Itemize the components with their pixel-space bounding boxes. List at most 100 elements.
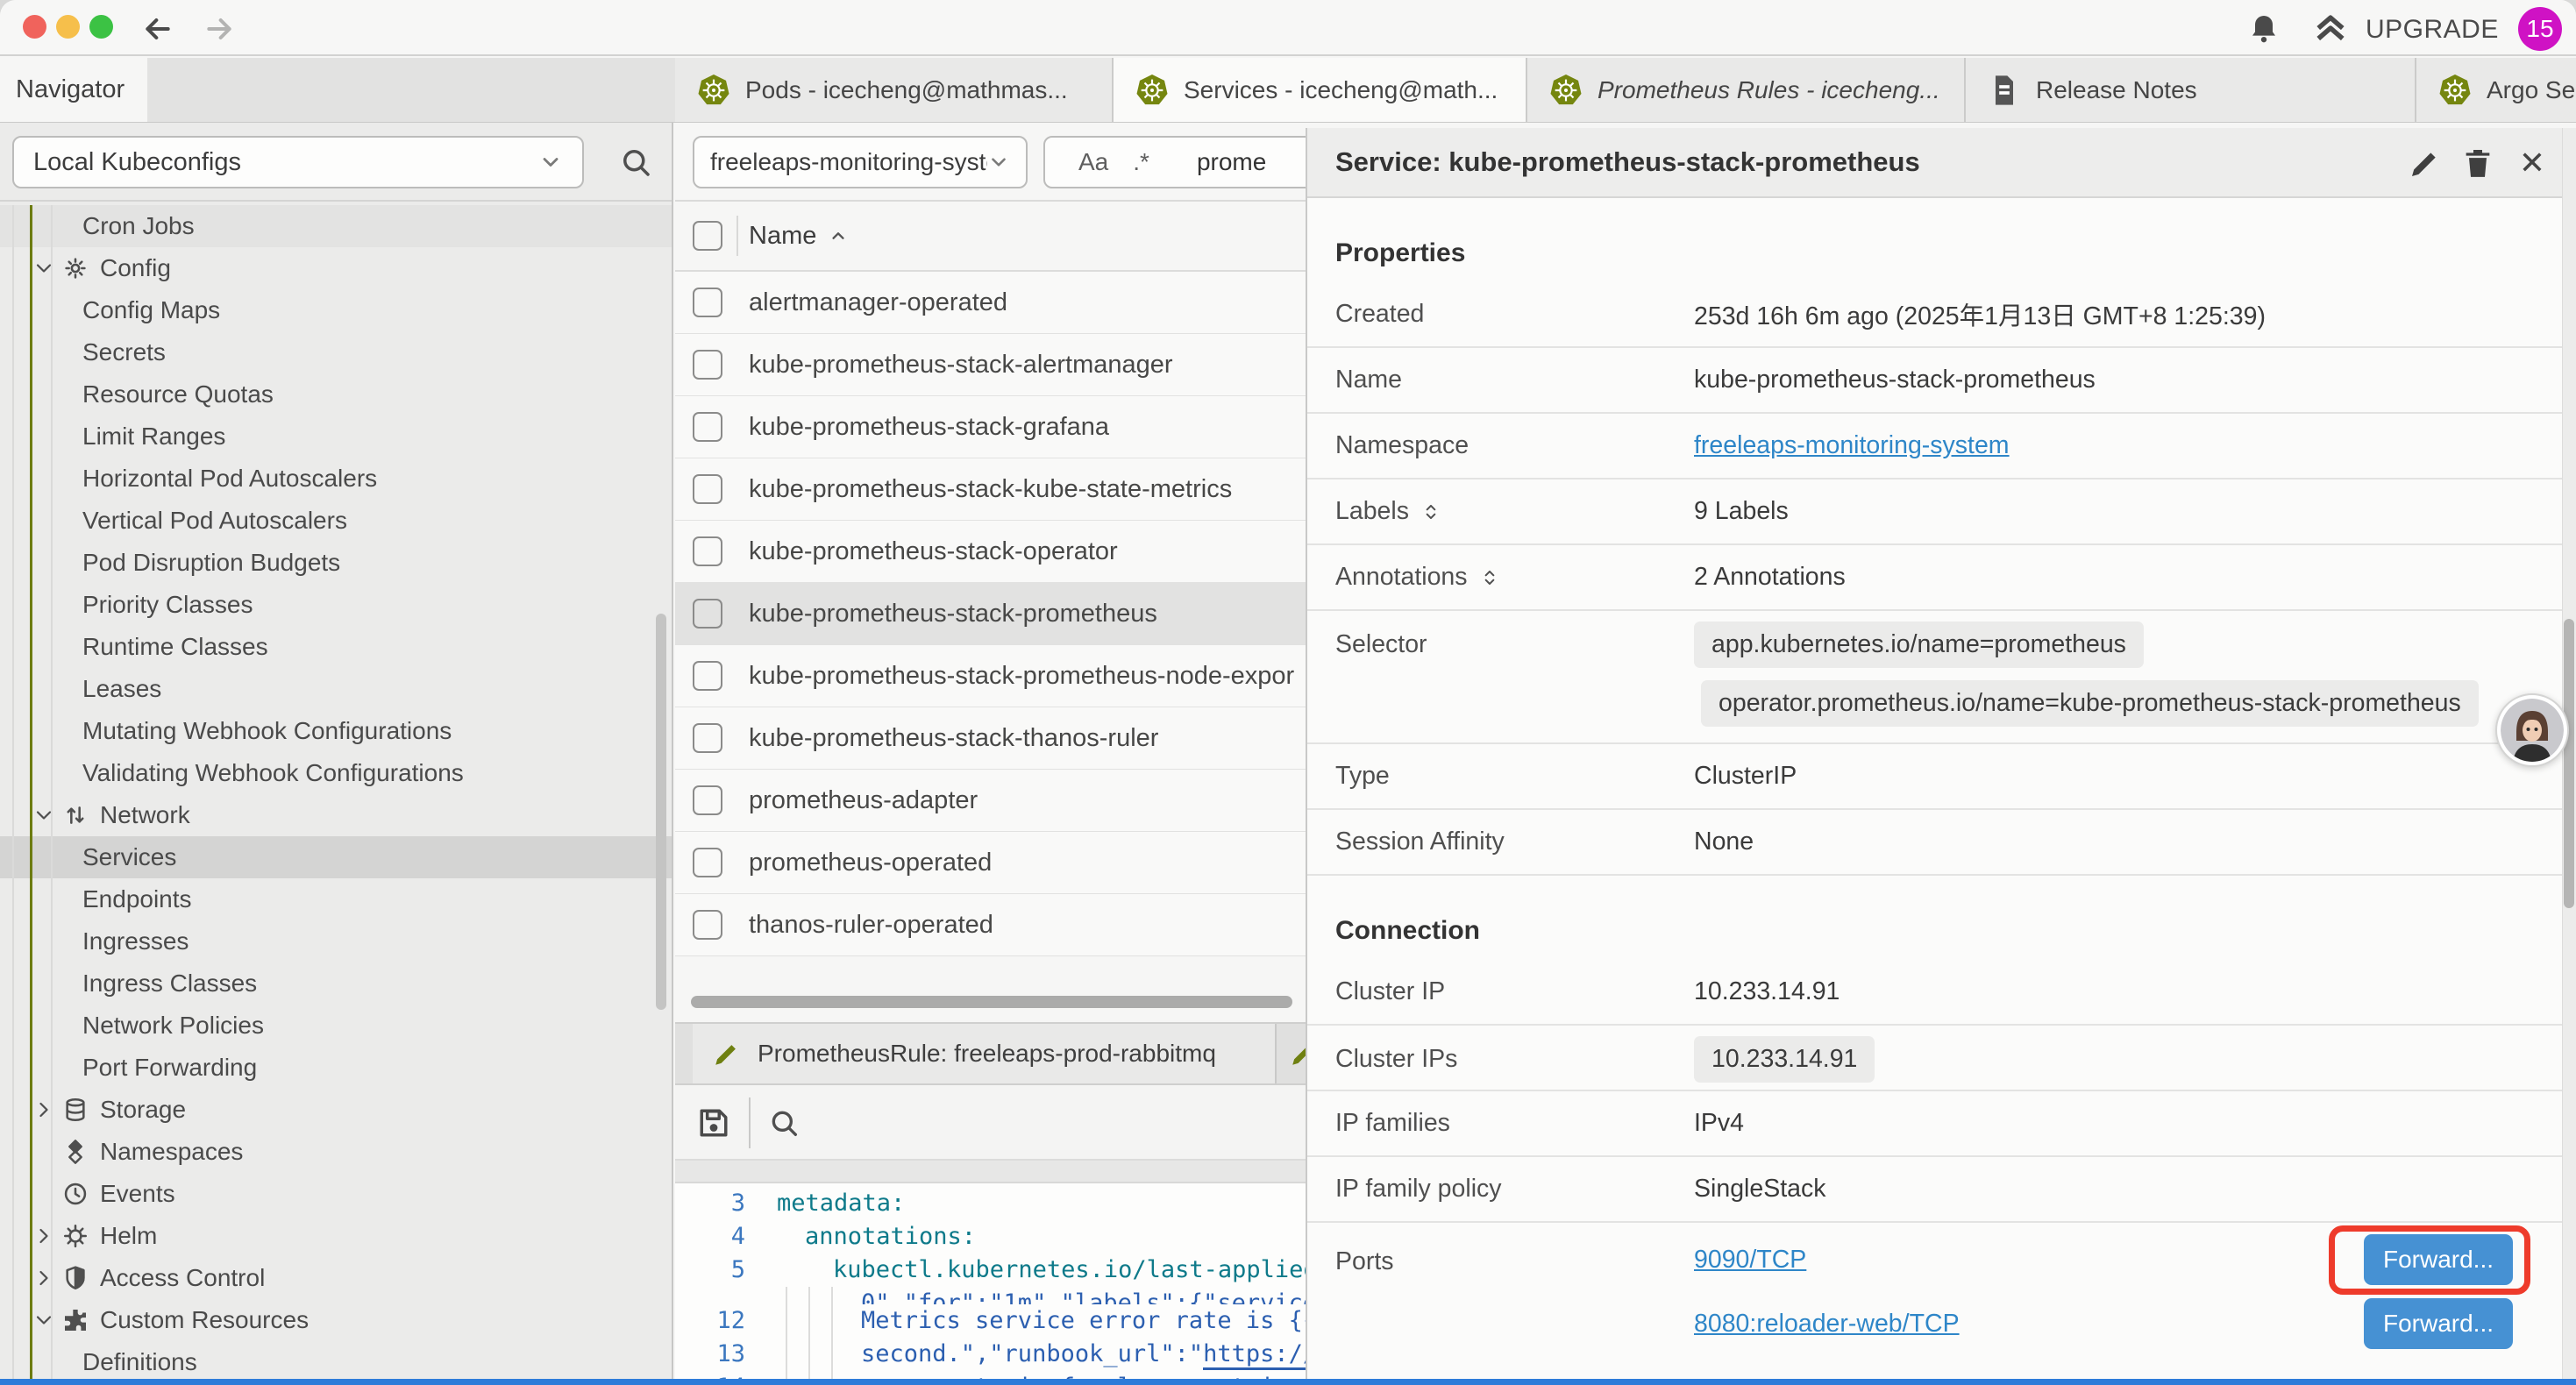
filter-input[interactable]: Aa .* prome [1043,136,1306,188]
row-checkbox[interactable] [693,412,722,442]
sidebar-item-secrets[interactable]: Secrets [0,331,672,373]
sidebar-item-access-control[interactable]: Access Control [0,1257,672,1299]
sidebar-item-mutating-webhook-configurations[interactable]: Mutating Webhook Configurations [0,710,672,752]
detail-scrollbar[interactable] [2564,619,2574,908]
section-heading-connection: Connection [1307,876,2562,960]
sidebar-item-network[interactable]: Network [0,794,672,836]
forward-icon[interactable] [202,11,237,46]
upgrade-label[interactable]: UPGRADE [2366,15,2499,45]
profile-badge[interactable]: 15 [2518,7,2562,51]
service-name: prometheus-operated [749,849,992,877]
search-icon[interactable] [617,144,654,181]
save-icon[interactable] [694,1104,733,1142]
editor-search-icon[interactable] [766,1105,801,1140]
close-window-button[interactable] [23,15,46,39]
row-checkbox[interactable] [693,910,722,940]
tab-prometheus-rules-icecheng[interactable]: Prometheus Rules - icecheng... [1527,58,1966,122]
port-link-9090-tcp[interactable]: 9090/TCP [1694,1246,1806,1275]
table-row-kube-prometheus-stack-kube-state-metrics[interactable]: kube-prometheus-stack-kube-state-metrics [675,458,1306,521]
sidebar-item-ingress-classes[interactable]: Ingress Classes [0,962,672,1005]
row-checkbox[interactable] [693,288,722,317]
row-checkbox[interactable] [693,474,722,504]
yaml-editor[interactable]: 3metadata:4annotations:5kubectl.kubernet… [675,1183,1306,1379]
editor-tab-next[interactable] [1284,1024,1306,1083]
table-row-kube-prometheus-stack-grafana[interactable]: kube-prometheus-stack-grafana [675,396,1306,458]
sidebar-item-config[interactable]: Config [0,247,672,289]
minimize-window-button[interactable] [56,15,80,39]
navigator-tab[interactable]: Navigator [0,58,147,122]
tab-services-icecheng-math[interactable]: Services - icecheng@math...✕ [1114,58,1527,122]
sidebar-item-ingresses[interactable]: Ingresses [0,920,672,962]
sidebar-item-label: Custom Resources [100,1306,309,1334]
avatar[interactable] [2495,693,2569,767]
port-link-8080-reloader-web-tcp[interactable]: 8080:reloader-web/TCP [1694,1310,1960,1339]
sidebar-item-resource-quotas[interactable]: Resource Quotas [0,373,672,416]
row-checkbox[interactable] [693,536,722,566]
sort-toggle-icon[interactable] [1420,501,1442,523]
sidebar-item-custom-resources[interactable]: Custom Resources [0,1299,672,1341]
property-label: Name [1335,366,1694,394]
sidebar-item-definitions[interactable]: Definitions [0,1341,672,1379]
sidebar-item-network-policies[interactable]: Network Policies [0,1005,672,1047]
sidebar-item-port-forwarding[interactable]: Port Forwarding [0,1047,672,1089]
horizontal-scrollbar[interactable] [691,996,1292,1008]
table-row-kube-prometheus-stack-thanos-ruler[interactable]: kube-prometheus-stack-thanos-ruler [675,707,1306,770]
row-checkbox[interactable] [693,599,722,629]
zoom-window-button[interactable] [89,15,113,39]
regex-toggle[interactable]: .* [1133,148,1149,176]
tab-argo-se[interactable]: Argo Se [2416,58,2576,122]
sidebar-item-horizontal-pod-autoscalers[interactable]: Horizontal Pod Autoscalers [0,458,672,500]
sidebar-item-validating-webhook-configurations[interactable]: Validating Webhook Configurations [0,752,672,794]
column-name-header[interactable]: Name [749,202,850,270]
chevron-down-icon [538,150,563,174]
sidebar-item-runtime-classes[interactable]: Runtime Classes [0,626,672,668]
editor-tab-prometheusrule[interactable]: PrometheusRule: freeleaps-prod-rabbitmq [693,1024,1277,1083]
upgrade-icon[interactable] [2311,10,2350,48]
select-all-checkbox[interactable] [693,221,722,251]
sidebar-item-pod-disruption-budgets[interactable]: Pod Disruption Budgets [0,542,672,584]
sidebar-item-services[interactable]: Services [0,836,672,878]
kubeconfig-selector[interactable]: Local Kubeconfigs [12,136,584,188]
row-checkbox[interactable] [693,350,722,380]
row-checkbox[interactable] [693,785,722,815]
sidebar-item-helm[interactable]: Helm [0,1215,672,1257]
notifications-bell-icon[interactable] [2246,11,2281,46]
row-checkbox[interactable] [693,848,722,877]
edit-icon[interactable] [2408,146,2443,181]
close-icon[interactable]: ✕ [2515,146,2550,181]
yaml-url-link[interactable]: https://net [1203,1340,1306,1370]
editor-scrollband[interactable] [675,1161,1306,1183]
table-row-kube-prometheus-stack-prometheus-node-expor[interactable]: kube-prometheus-stack-prometheus-node-ex… [675,645,1306,707]
sidebar-item-cron-jobs[interactable]: Cron Jobs [0,205,672,247]
sidebar-item-config-maps[interactable]: Config Maps [0,289,672,331]
sidebar-item-endpoints[interactable]: Endpoints [0,878,672,920]
sidebar-item-events[interactable]: Events [0,1173,672,1215]
sidebar-item-limit-ranges[interactable]: Limit Ranges [0,416,672,458]
row-checkbox[interactable] [693,723,722,753]
table-row-kube-prometheus-stack-operator[interactable]: kube-prometheus-stack-operator [675,521,1306,583]
editor-tab-bar: PrometheusRule: freeleaps-prod-rabbitmq [675,1022,1306,1085]
delete-trash-icon[interactable] [2460,146,2495,181]
table-row-alertmanager-operated[interactable]: alertmanager-operated [675,272,1306,334]
sidebar-item-namespaces[interactable]: Namespaces [0,1131,672,1173]
table-row-kube-prometheus-stack-prometheus[interactable]: kube-prometheus-stack-prometheus [675,583,1306,645]
sidebar-scrollbar[interactable] [656,614,666,1010]
forward-button[interactable]: Forward... [2364,1298,2513,1349]
sidebar-item-label: Port Forwarding [82,1054,257,1082]
table-row-prometheus-operated[interactable]: prometheus-operated [675,832,1306,894]
namespace-selector[interactable]: freeleaps-monitoring-system [693,136,1028,188]
tab-pods-icecheng-mathmas[interactable]: Pods - icecheng@mathmas... [675,58,1114,122]
table-row-kube-prometheus-stack-alertmanager[interactable]: kube-prometheus-stack-alertmanager [675,334,1306,396]
namespace-link[interactable]: freeleaps-monitoring-system [1694,431,2010,460]
sidebar-item-leases[interactable]: Leases [0,668,672,710]
sidebar-item-vertical-pod-autoscalers[interactable]: Vertical Pod Autoscalers [0,500,672,542]
match-case-toggle[interactable]: Aa [1078,148,1108,176]
row-checkbox[interactable] [693,661,722,691]
back-icon[interactable] [140,11,175,46]
sidebar-item-storage[interactable]: Storage [0,1089,672,1131]
table-row-thanos-ruler-operated[interactable]: thanos-ruler-operated [675,894,1306,956]
sidebar-item-priority-classes[interactable]: Priority Classes [0,584,672,626]
table-row-prometheus-adapter[interactable]: prometheus-adapter [675,770,1306,832]
sort-toggle-icon[interactable] [1478,566,1501,589]
tab-release-notes[interactable]: Release Notes [1966,58,2416,122]
